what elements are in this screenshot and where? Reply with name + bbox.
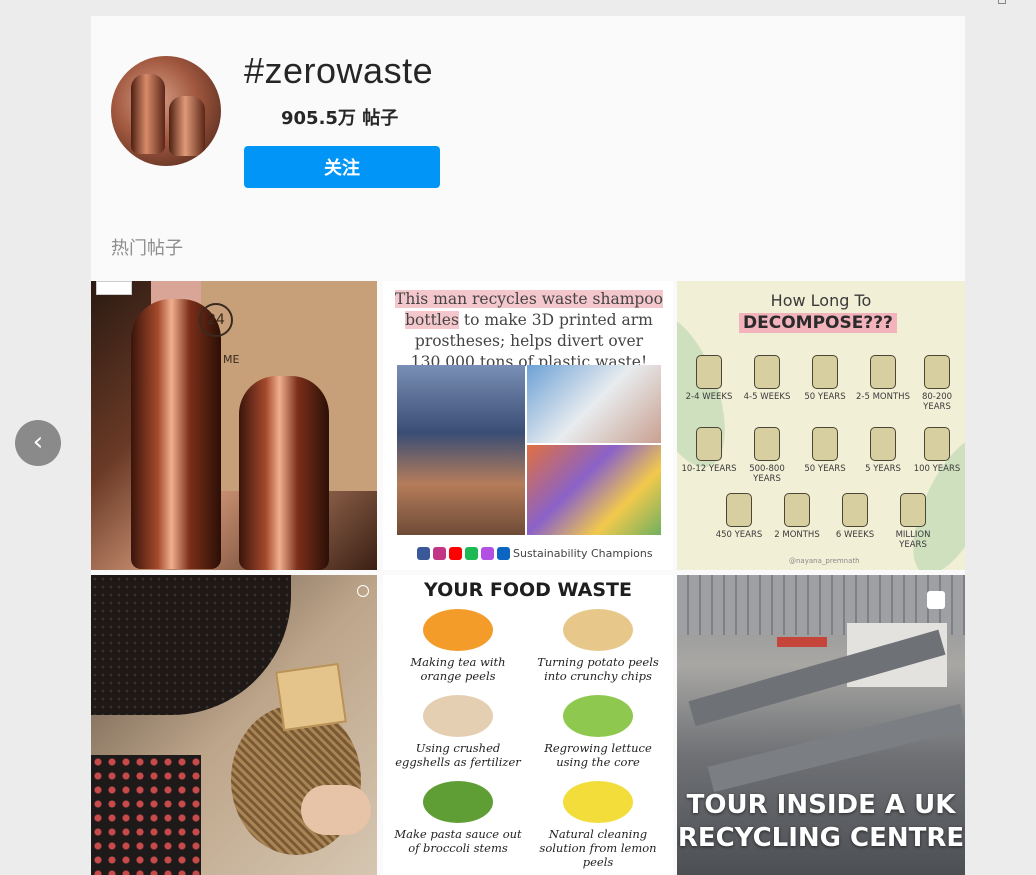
potato-icon	[563, 609, 633, 651]
eggshell-icon	[423, 695, 493, 737]
photo-plastic-bottles	[527, 445, 661, 535]
facebook-icon	[417, 547, 430, 560]
post-tile-food-waste[interactable]: YOUR FOOD WASTE Making tea with orange p…	[383, 575, 673, 875]
decompose-item: 100 YEARS	[907, 427, 965, 474]
leather-belt-icon	[812, 355, 838, 389]
newspaper-icon	[842, 493, 868, 527]
post-type-marker	[96, 281, 132, 295]
bottle-short	[239, 376, 329, 570]
apple-core-icon	[784, 493, 810, 527]
infographic-subtitle: DECOMPOSE???	[739, 313, 897, 333]
post-tile-shampoo[interactable]: This man recycles waste shampoo bottles …	[383, 281, 673, 570]
video-marker-icon	[927, 591, 945, 609]
lettuce-icon	[563, 695, 633, 737]
instagram-icon	[433, 547, 446, 560]
sanitary-pad-icon	[754, 427, 780, 461]
decompose-item: 50 YEARS	[795, 355, 855, 402]
infographic-title: YOUR FOOD WASTE	[423, 579, 632, 601]
post-tile-bottles[interactable]: 24 ME	[91, 281, 377, 570]
spotify-icon	[465, 547, 478, 560]
post-type-marker	[357, 585, 369, 597]
decompose-item: 4-5 WEEKS	[737, 355, 797, 402]
tights-legs	[91, 575, 291, 715]
post-tile-decompose[interactable]: How Long To DECOMPOSE??? 2-4 WEEKS 4-5 W…	[677, 281, 965, 570]
window-corner-icon	[998, 0, 1006, 4]
shirt-icon	[870, 355, 896, 389]
decompose-item: 2-5 MONTHS	[853, 355, 913, 402]
video-caption: TOUR INSIDE A UK RECYCLING CENTRE	[677, 790, 965, 853]
photo-man-prosthesis	[397, 365, 525, 535]
podcast-icon	[481, 547, 494, 560]
food-tip: Using crushed eggshells as fertilizer	[393, 695, 523, 769]
decompose-item: MILLION YEARS	[883, 493, 943, 550]
photo-children-arms	[527, 365, 661, 443]
brand-logo-sub: ME	[223, 353, 240, 366]
social-footer: Sustainability Champions	[417, 547, 653, 560]
post-tile-recycling[interactable]: TOUR INSIDE A UK RECYCLING CENTRE	[677, 575, 965, 875]
decompose-item: 50 YEARS	[795, 427, 855, 474]
footer-text: Sustainability Champions	[513, 547, 653, 560]
lemon-peel-icon	[563, 781, 633, 823]
decompose-item: 500-800 YEARS	[737, 427, 797, 484]
glass-bottle-icon	[900, 493, 926, 527]
food-tip: Natural cleaning solution from lemon pee…	[533, 781, 663, 869]
orange-peel-icon	[423, 609, 493, 651]
avatar-bottle-right	[169, 96, 205, 156]
broccoli-icon	[423, 781, 493, 823]
follow-button[interactable]: 关注	[244, 146, 440, 188]
decompose-item: 450 YEARS	[709, 493, 769, 540]
chevron-left-icon[interactable]: ‹	[15, 420, 61, 466]
post-tile-makeup[interactable]	[91, 575, 377, 875]
post-count: 905.5万 帖子	[281, 108, 399, 129]
styrofoam-cup-icon	[812, 427, 838, 461]
infographic-title: How Long To	[770, 291, 872, 310]
makeup-palette	[275, 662, 347, 732]
author-credit: @nayana_premnath	[789, 557, 860, 565]
food-tip: Turning potato peels into crunchy chips	[533, 609, 663, 683]
milk-carton-icon	[870, 427, 896, 461]
diaper-icon	[726, 493, 752, 527]
decompose-item: 6 WEEKS	[825, 493, 885, 540]
battery-icon	[924, 427, 950, 461]
top-posts-heading: 热门帖子	[111, 238, 183, 259]
paper-towel-icon	[696, 355, 722, 389]
decompose-item: 5 YEARS	[853, 427, 913, 474]
brand-logo: 24	[199, 303, 233, 337]
food-tip: Regrowing lettuce using the core	[533, 695, 663, 769]
food-tip: Make pasta sauce out of broccoli stems	[393, 781, 523, 855]
floral-skirt	[91, 755, 201, 875]
cigarette-icon	[696, 427, 722, 461]
hashtag-title: #zerowaste	[244, 50, 434, 91]
food-tip: Making tea with orange peels	[393, 609, 523, 683]
conveyor-belt	[707, 703, 965, 793]
decompose-item: 80-200 YEARS	[907, 355, 965, 412]
red-rail	[777, 637, 827, 647]
linkedin-icon	[497, 547, 510, 560]
decompose-item: 2-4 WEEKS	[679, 355, 739, 402]
decompose-item: 2 MONTHS	[767, 493, 827, 540]
decompose-item: 10-12 YEARS	[679, 427, 739, 474]
hand	[301, 785, 371, 835]
post-headline: This man recycles waste shampoo bottles …	[389, 289, 669, 373]
avatar-bottle-left	[131, 74, 165, 154]
hashtag-page: #zerowaste 905.5万 帖子 关注 热门帖子 24 ME This …	[91, 16, 965, 875]
bottle-tall	[131, 299, 221, 569]
youtube-icon	[449, 547, 462, 560]
hashtag-avatar	[111, 56, 221, 166]
tin-can-icon	[924, 355, 950, 389]
banana-peel-icon	[754, 355, 780, 389]
